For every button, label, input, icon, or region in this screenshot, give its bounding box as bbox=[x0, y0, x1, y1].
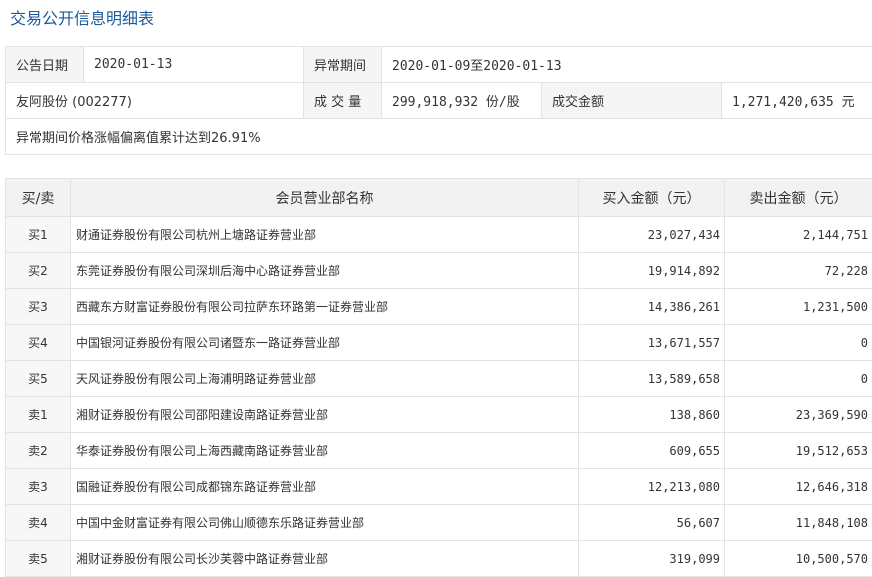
detail-header-row: 买/卖 会员营业部名称 买入金额（元） 卖出金额（元） bbox=[6, 179, 872, 217]
row-branch-name: 东莞证券股份有限公司深圳后海中心路证券营业部 bbox=[71, 253, 579, 289]
row-sell-amount: 19,512,653 bbox=[725, 433, 872, 469]
row-side: 卖2 bbox=[6, 433, 71, 469]
row-branch-name: 西藏东方财富证券股份有限公司拉萨东环路第一证券营业部 bbox=[71, 289, 579, 325]
period-value: 2020-01-09至2020-01-13 bbox=[382, 47, 872, 83]
table-row: 卖1湘财证券股份有限公司邵阳建设南路证券营业部138,86023,369,590 bbox=[6, 397, 872, 433]
table-row: 买4中国银河证券股份有限公司诸暨东一路证券营业部13,671,5570 bbox=[6, 325, 872, 361]
summary-table: 公告日期 2020-01-13 异常期间 2020-01-09至2020-01-… bbox=[5, 46, 872, 155]
row-buy-amount: 13,589,658 bbox=[579, 361, 725, 397]
volume-label: 成 交 量 bbox=[304, 83, 382, 119]
announce-date-label: 公告日期 bbox=[6, 47, 84, 83]
row-branch-name: 湘财证券股份有限公司邵阳建设南路证券营业部 bbox=[71, 397, 579, 433]
row-sell-amount: 0 bbox=[725, 325, 872, 361]
table-row: 买2东莞证券股份有限公司深圳后海中心路证券营业部19,914,89272,228 bbox=[6, 253, 872, 289]
period-label: 异常期间 bbox=[304, 47, 382, 83]
row-branch-name: 中国银河证券股份有限公司诸暨东一路证券营业部 bbox=[71, 325, 579, 361]
detail-body: 买1财通证券股份有限公司杭州上塘路证券营业部23,027,4342,144,75… bbox=[6, 217, 872, 577]
row-sell-amount: 23,369,590 bbox=[725, 397, 872, 433]
row-buy-amount: 609,655 bbox=[579, 433, 725, 469]
table-row: 卖2华泰证券股份有限公司上海西藏南路证券营业部609,65519,512,653 bbox=[6, 433, 872, 469]
trading-detail-table: 买/卖 会员营业部名称 买入金额（元） 卖出金额（元） 买1财通证券股份有限公司… bbox=[5, 178, 872, 577]
row-sell-amount: 72,228 bbox=[725, 253, 872, 289]
amount-label: 成交金额 bbox=[542, 83, 722, 119]
summary-row-note: 异常期间价格涨幅偏离值累计达到26.91% bbox=[6, 119, 872, 155]
announce-date-value: 2020-01-13 bbox=[84, 47, 304, 83]
row-branch-name: 天风证券股份有限公司上海浦明路证券营业部 bbox=[71, 361, 579, 397]
row-buy-amount: 12,213,080 bbox=[579, 469, 725, 505]
row-sell-amount: 0 bbox=[725, 361, 872, 397]
row-buy-amount: 56,607 bbox=[579, 505, 725, 541]
row-buy-amount: 14,386,261 bbox=[579, 289, 725, 325]
row-sell-amount: 10,500,570 bbox=[725, 541, 872, 577]
page-title: 交易公开信息明细表 bbox=[10, 8, 154, 30]
row-branch-name: 中国中金财富证券有限公司佛山顺德东乐路证券营业部 bbox=[71, 505, 579, 541]
row-side: 买5 bbox=[6, 361, 71, 397]
table-row: 买5天风证券股份有限公司上海浦明路证券营业部13,589,6580 bbox=[6, 361, 872, 397]
header-side: 买/卖 bbox=[6, 179, 71, 217]
row-buy-amount: 23,027,434 bbox=[579, 217, 725, 253]
table-row: 卖3国融证券股份有限公司成都锦东路证券营业部12,213,08012,646,3… bbox=[6, 469, 872, 505]
header-buy-amount: 买入金额（元） bbox=[579, 179, 725, 217]
row-buy-amount: 138,860 bbox=[579, 397, 725, 433]
row-sell-amount: 11,848,108 bbox=[725, 505, 872, 541]
table-row: 卖5湘财证券股份有限公司长沙芙蓉中路证券营业部319,09910,500,570 bbox=[6, 541, 872, 577]
row-branch-name: 湘财证券股份有限公司长沙芙蓉中路证券营业部 bbox=[71, 541, 579, 577]
header-sell-amount: 卖出金额（元） bbox=[725, 179, 872, 217]
row-side: 买4 bbox=[6, 325, 71, 361]
table-row: 买1财通证券股份有限公司杭州上塘路证券营业部23,027,4342,144,75… bbox=[6, 217, 872, 253]
row-sell-amount: 12,646,318 bbox=[725, 469, 872, 505]
row-side: 卖3 bbox=[6, 469, 71, 505]
deviation-note: 异常期间价格涨幅偏离值累计达到26.91% bbox=[6, 119, 872, 155]
volume-value: 299,918,932 份/股 bbox=[382, 83, 542, 119]
amount-value: 1,271,420,635 元 bbox=[722, 83, 872, 119]
row-branch-name: 华泰证券股份有限公司上海西藏南路证券营业部 bbox=[71, 433, 579, 469]
table-row: 买3西藏东方财富证券股份有限公司拉萨东环路第一证券营业部14,386,2611,… bbox=[6, 289, 872, 325]
summary-row-dates: 公告日期 2020-01-13 异常期间 2020-01-09至2020-01-… bbox=[6, 47, 872, 83]
table-row: 卖4中国中金财富证券有限公司佛山顺德东乐路证券营业部56,60711,848,1… bbox=[6, 505, 872, 541]
row-branch-name: 财通证券股份有限公司杭州上塘路证券营业部 bbox=[71, 217, 579, 253]
row-side: 卖1 bbox=[6, 397, 71, 433]
row-branch-name: 国融证券股份有限公司成都锦东路证券营业部 bbox=[71, 469, 579, 505]
row-side: 卖4 bbox=[6, 505, 71, 541]
row-side: 买3 bbox=[6, 289, 71, 325]
row-side: 买2 bbox=[6, 253, 71, 289]
row-side: 买1 bbox=[6, 217, 71, 253]
row-side: 卖5 bbox=[6, 541, 71, 577]
summary-row-trading: 友阿股份 (002277) 成 交 量 299,918,932 份/股 成交金额… bbox=[6, 83, 872, 119]
row-buy-amount: 19,914,892 bbox=[579, 253, 725, 289]
row-buy-amount: 319,099 bbox=[579, 541, 725, 577]
stock-name: 友阿股份 (002277) bbox=[6, 83, 304, 119]
row-sell-amount: 1,231,500 bbox=[725, 289, 872, 325]
row-sell-amount: 2,144,751 bbox=[725, 217, 872, 253]
row-buy-amount: 13,671,557 bbox=[579, 325, 725, 361]
header-branch: 会员营业部名称 bbox=[71, 179, 579, 217]
